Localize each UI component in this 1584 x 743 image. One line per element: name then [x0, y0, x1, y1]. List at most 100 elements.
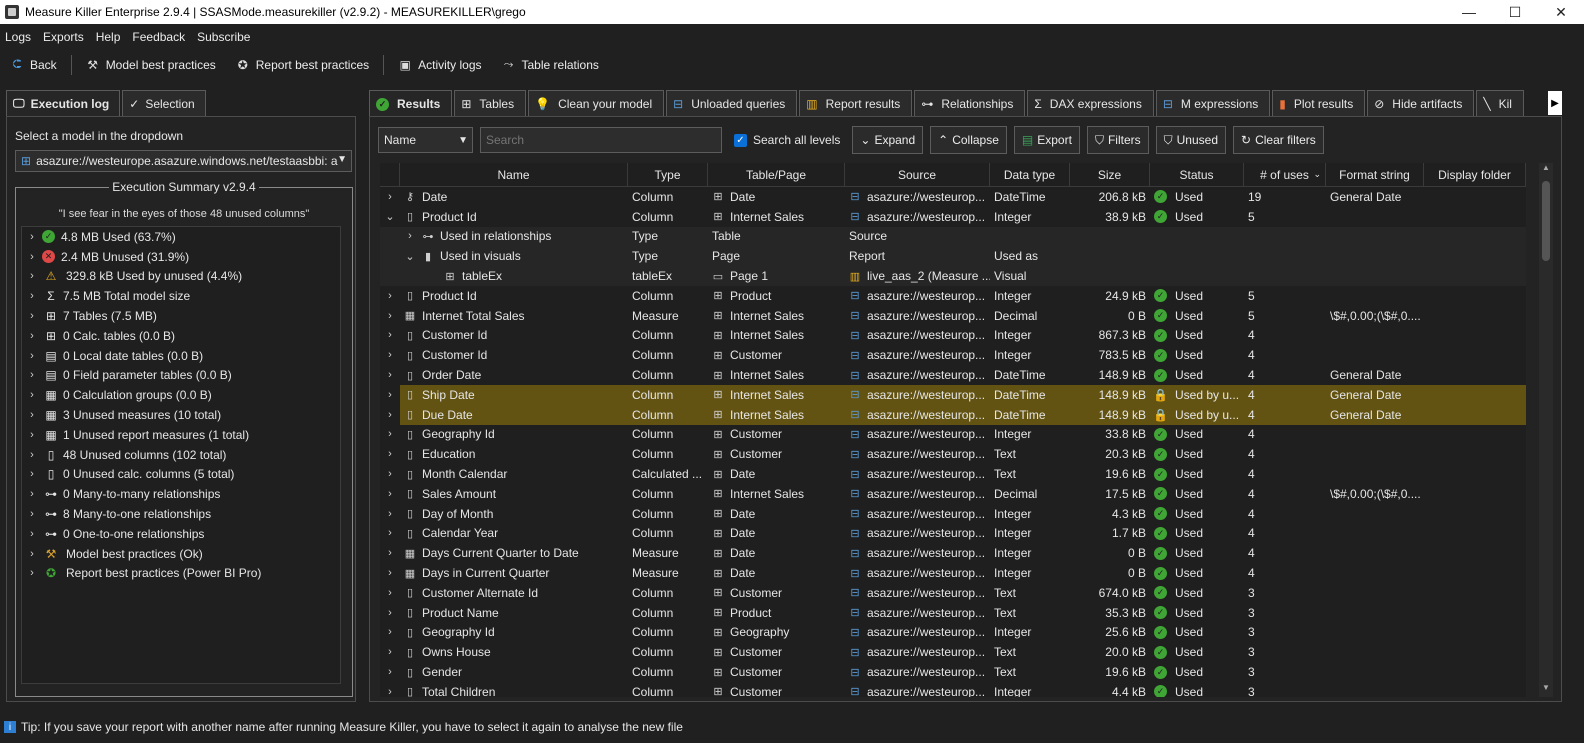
summary-item[interactable]: › ✓ 4.8 MB Used (63.7%): [22, 227, 340, 247]
chevron-right-icon[interactable]: ›: [380, 524, 400, 544]
unused-button[interactable]: ⛉ Unused: [1155, 126, 1227, 154]
tab-kill[interactable]: ╲ Kil: [1476, 90, 1524, 116]
tab-hide-artifacts[interactable]: ⊘ Hide artifacts: [1367, 90, 1475, 116]
chevron-right-icon[interactable]: ›: [22, 350, 42, 362]
header-display-folder[interactable]: Display folder: [1424, 163, 1526, 186]
chevron-right-icon[interactable]: ›: [380, 187, 400, 207]
table-row[interactable]: › ▯ Education Column ⊞ Customer ⊟ asazure://wes…: [380, 444, 1526, 464]
tab-execution-log[interactable]: 🖵 Execution log: [6, 90, 121, 116]
chevron-right-icon[interactable]: ›: [380, 286, 400, 306]
tab-scroll-right-icon[interactable]: ▶: [1548, 91, 1562, 115]
summary-item[interactable]: › ▦ 3 Unused measures (10 total): [22, 405, 340, 425]
back-button[interactable]: ⮈ Back: [0, 52, 67, 78]
expand-button[interactable]: ⌄ Expand: [852, 126, 924, 154]
chevron-right-icon[interactable]: ›: [22, 567, 42, 579]
detail-row[interactable]: ⊞ tableEx tableEx ▭ Page 1 ▥ live_aas_2 (Measu…: [380, 266, 1526, 286]
chevron-right-icon[interactable]: ›: [22, 389, 42, 401]
chevron-right-icon[interactable]: ›: [380, 425, 400, 445]
chevron-right-icon[interactable]: ›: [22, 528, 42, 540]
chevron-right-icon[interactable]: ›: [380, 484, 400, 504]
table-relations-button[interactable]: ⤳ Table relations: [492, 52, 609, 78]
tab-selection[interactable]: ✓ Selection: [122, 90, 206, 116]
clear-filters-button[interactable]: ↻ Clear filters: [1233, 126, 1324, 154]
chevron-right-icon[interactable]: ›: [380, 326, 400, 346]
chevron-right-icon[interactable]: ›: [380, 583, 400, 603]
chevron-right-icon[interactable]: ›: [380, 563, 400, 583]
model-dropdown[interactable]: ⊞ asazure://westeurope.asazure.windows.n…: [15, 150, 352, 172]
filters-button[interactable]: ⛉ Filters: [1086, 126, 1149, 154]
summary-item[interactable]: › ⊶ 0 One-to-one relationships: [22, 524, 340, 544]
chevron-right-icon[interactable]: ›: [22, 548, 42, 560]
chevron-right-icon[interactable]: ›: [22, 231, 42, 243]
menu-feedback[interactable]: Feedback: [127, 30, 192, 44]
chevron-right-icon[interactable]: ›: [22, 508, 42, 520]
close-button[interactable]: ✕: [1538, 4, 1584, 21]
activity-logs-button[interactable]: ▣ Activity logs: [388, 52, 491, 78]
header-data-type[interactable]: Data type: [990, 163, 1070, 186]
tab-clean-your-model[interactable]: 💡 Clean your model: [528, 90, 665, 116]
chevron-right-icon[interactable]: [380, 227, 400, 247]
vertical-scrollbar[interactable]: ▲ ▼: [1539, 163, 1553, 697]
search-field-dropdown[interactable]: Name ▼: [378, 127, 473, 153]
chevron-right-icon[interactable]: ›: [380, 365, 400, 385]
chevron-right-icon[interactable]: ›: [380, 543, 400, 563]
model-best-practices-button[interactable]: ⚒ Model best practices: [76, 52, 226, 78]
header-name[interactable]: Name: [400, 163, 628, 186]
table-row[interactable]: › ▯ Sales Amount Column ⊞ Internet Sales ⊟ asaz…: [380, 484, 1526, 504]
table-row[interactable]: › ▯ Total Children Column ⊞ Customer ⊟ asazure:…: [380, 682, 1526, 697]
summary-item[interactable]: › Σ 7.5 MB Total model size: [22, 286, 340, 306]
chevron-right-icon[interactable]: [380, 266, 400, 286]
table-row[interactable]: › ▯ Day of Month Column ⊞ Date ⊟ asazure://west…: [380, 504, 1526, 524]
scroll-down-icon[interactable]: ▼: [1539, 683, 1553, 697]
summary-item[interactable]: › ✪ Report best practices (Power BI Pro): [22, 564, 340, 584]
chevron-right-icon[interactable]: ›: [22, 270, 42, 282]
summary-item[interactable]: › ▯ 48 Unused columns (102 total): [22, 445, 340, 465]
report-best-practices-button[interactable]: ✪ Report best practices: [226, 52, 379, 78]
summary-item[interactable]: › ⊞ 0 Calc. tables (0.0 B): [22, 326, 340, 346]
summary-item[interactable]: › ▤ 0 Local date tables (0.0 B): [22, 346, 340, 366]
summary-item[interactable]: › ⊞ 7 Tables (7.5 MB): [22, 306, 340, 326]
table-row[interactable]: › ▯ Calendar Year Column ⊞ Date ⊟ asazure://wes…: [380, 524, 1526, 544]
summary-item[interactable]: › ▤ 0 Field parameter tables (0.0 B): [22, 366, 340, 386]
table-row[interactable]: › ▯ Owns House Column ⊞ Customer ⊟ asazure://we…: [380, 642, 1526, 662]
chevron-right-icon[interactable]: ›: [22, 330, 42, 342]
search-all-levels-checkbox[interactable]: ✓ Search all levels: [734, 133, 840, 147]
table-row[interactable]: › ▯ Due Date Column ⊞ Internet Sales ⊟ asazure:…: [380, 404, 1526, 425]
summary-item[interactable]: › ⊶ 8 Many-to-one relationships: [22, 504, 340, 524]
header-type[interactable]: Type: [628, 163, 708, 186]
chevron-right-icon[interactable]: ›: [380, 405, 400, 425]
chevron-right-icon[interactable]: ›: [22, 251, 42, 263]
header-status[interactable]: Status: [1150, 163, 1244, 186]
header-source[interactable]: Source: [845, 163, 990, 186]
chevron-right-icon[interactable]: ›: [380, 642, 400, 662]
chevron-right-icon[interactable]: ›: [380, 345, 400, 365]
table-row[interactable]: › ▯ Gender Column ⊞ Customer ⊟ asazure://westeu…: [380, 662, 1526, 682]
table-row[interactable]: › ▯ Customer Id Column ⊞ Internet Sales ⊟ asazu…: [380, 326, 1526, 346]
chevron-right-icon[interactable]: ›: [380, 623, 400, 643]
collapse-button[interactable]: ⌃ Collapse: [930, 126, 1007, 154]
chevron-down-icon[interactable]: ⌄: [380, 207, 400, 227]
tab-unloaded-queries[interactable]: ⊟ Unloaded queries: [666, 90, 798, 116]
summary-item[interactable]: › ▦ 1 Unused report measures (1 total): [22, 425, 340, 445]
scroll-up-icon[interactable]: ▲: [1539, 163, 1553, 177]
chevron-down-icon[interactable]: ⌄: [404, 250, 416, 263]
detail-row[interactable]: ⌄ ▮ Used in visuals Type Page Report Used as: [380, 246, 1526, 267]
table-row[interactable]: › ▯ Geography Id Column ⊞ Geography ⊟ asazure:/…: [380, 623, 1526, 643]
header-format-string[interactable]: Format string: [1326, 163, 1424, 186]
table-row[interactable]: › ▯ Product Id Column ⊞ Product ⊟ asazure://wes…: [380, 286, 1526, 306]
summary-item[interactable]: › ✕ 2.4 MB Unused (31.9%): [22, 247, 340, 267]
chevron-down-icon[interactable]: [380, 246, 400, 266]
chevron-right-icon[interactable]: ›: [22, 488, 42, 500]
chevron-right-icon[interactable]: ›: [380, 306, 400, 326]
chevron-right-icon[interactable]: ›: [22, 409, 42, 421]
maximize-button[interactable]: ☐: [1492, 4, 1538, 21]
table-row[interactable]: › ▯ Customer Alternate Id Column ⊞ Customer ⊟ a…: [380, 583, 1526, 603]
menu-subscribe[interactable]: Subscribe: [192, 30, 257, 44]
chevron-right-icon[interactable]: ›: [22, 369, 42, 381]
header-size[interactable]: Size: [1070, 163, 1150, 186]
chevron-right-icon[interactable]: ›: [380, 603, 400, 623]
chevron-right-icon[interactable]: ›: [380, 444, 400, 464]
chevron-right-icon[interactable]: ›: [380, 504, 400, 524]
table-row[interactable]: › ▦ Days in Current Quarter Measure ⊞ Date ⊟ as…: [380, 563, 1526, 583]
chevron-right-icon[interactable]: ›: [22, 310, 42, 322]
